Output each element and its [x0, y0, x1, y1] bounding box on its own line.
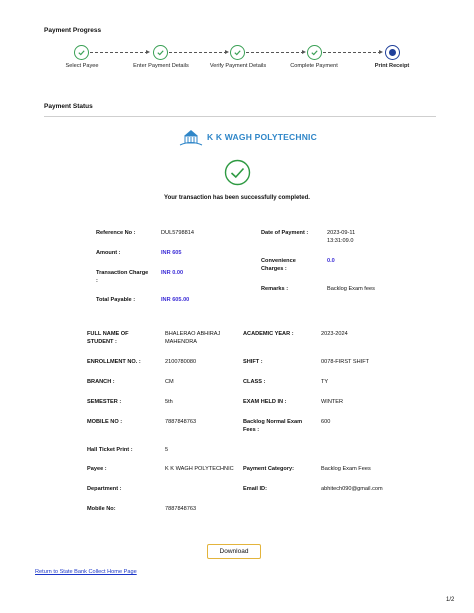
- date-value: 2023-09-11: [327, 230, 356, 236]
- arrow-right-icon: [225, 50, 229, 54]
- academic-year-value: 2023-2024: [321, 331, 348, 337]
- step-connector: [323, 52, 381, 53]
- success-message: Your transaction has been successfully c…: [164, 195, 310, 201]
- arrow-right-icon: [379, 50, 383, 54]
- backlog-fees-label-2: Fees :: [243, 427, 260, 433]
- step-3-check-icon: [230, 45, 245, 60]
- payee-value: K K WAGH POLYTECHNIC: [165, 466, 234, 472]
- payment-progress-title: Payment Progress: [44, 27, 102, 34]
- academic-year-label: ACADEMIC YEAR :: [243, 331, 294, 337]
- payment-category-label: Payment Category:: [243, 466, 294, 472]
- student-name-label: FULL NAME OF: [87, 331, 129, 337]
- total-payable-label: Total Payable :: [96, 297, 136, 303]
- branch-label: BRANCH :: [87, 379, 115, 385]
- mobile-value: 7887848763: [165, 419, 197, 425]
- class-label: CLASS :: [243, 379, 266, 385]
- student-name-label-2: STUDENT :: [87, 339, 117, 345]
- download-button[interactable]: Download: [207, 544, 261, 559]
- convenience-value: 0.0: [327, 258, 335, 264]
- page-number: 1/2: [446, 597, 455, 603]
- convenience-label: Convenience: [261, 258, 296, 264]
- step-label-print-receipt: Print Receipt: [374, 63, 410, 69]
- semester-label: SEMESTER :: [87, 399, 122, 405]
- hall-ticket-value: 5: [165, 447, 169, 453]
- backlog-fees-label: Backlog Normal Exam: [243, 419, 303, 425]
- step-1-check-icon: [74, 45, 89, 60]
- transaction-charge-label: Transaction Charge: [96, 270, 149, 276]
- home-page-link[interactable]: Return to State Bank Collect Home Page: [35, 569, 137, 575]
- mobile2-value: 7887848763: [165, 506, 197, 512]
- shift-value: 0078-FIRST SHIFT: [321, 359, 370, 365]
- arrow-right-icon: [146, 50, 150, 54]
- step-label-select-payee: Select Payee: [65, 63, 99, 69]
- branch-value: CM: [165, 379, 174, 385]
- shift-label: SHIFT :: [243, 359, 263, 365]
- step-connector: [169, 52, 227, 53]
- divider: [44, 116, 436, 117]
- total-payable-value: INR 605.00: [161, 297, 190, 303]
- arrow-right-icon: [302, 50, 306, 54]
- reference-label: Reference No :: [96, 230, 136, 236]
- amount-value: INR 605: [161, 250, 182, 256]
- step-5-current-icon: [385, 45, 400, 60]
- payee-label: Payee :: [87, 466, 107, 472]
- semester-value: 5th: [165, 399, 173, 405]
- exam-held-label: EXAM HELD IN :: [243, 399, 287, 405]
- step-2-check-icon: [153, 45, 168, 60]
- email-label: Email ID:: [243, 486, 267, 492]
- class-value: TY: [321, 379, 329, 385]
- enrollment-label: ENROLLMENT NO. :: [87, 359, 141, 365]
- transaction-charge-value: INR 0.00: [161, 270, 184, 276]
- student-name-value-2: MAHENDRA: [165, 339, 198, 345]
- date-label: Date of Payment :: [261, 230, 309, 236]
- time-value: 13:31:09.0: [327, 238, 354, 244]
- student-name-value: BHALERAO ABHIRAJ: [165, 331, 221, 337]
- institute-name: K K WAGH POLYTECHNIC: [207, 132, 317, 142]
- convenience-label-2: Charges :: [261, 266, 287, 272]
- transaction-charge-label-2: :: [96, 278, 98, 284]
- exam-held-value: WINTER: [321, 399, 344, 405]
- payment-status-title: Payment Status: [44, 103, 93, 110]
- enrollment-value: 2100780080: [165, 359, 197, 365]
- step-connector: [246, 52, 304, 53]
- payment-category-value: Backlog Exam Fees: [321, 466, 371, 472]
- success-check-icon: [224, 159, 251, 191]
- reference-value: DUL5798814: [161, 230, 194, 236]
- mobile2-label: Mobile No:: [87, 506, 116, 512]
- hall-ticket-label: Hall Ticket Print :: [87, 447, 133, 453]
- department-label: Department :: [87, 486, 122, 492]
- step-connector: [90, 52, 148, 53]
- step-4-check-icon: [307, 45, 322, 60]
- amount-label: Amount :: [96, 250, 121, 256]
- step-label-complete-payment: Complete Payment: [290, 63, 338, 69]
- backlog-fees-value: 600: [321, 419, 331, 425]
- email-value: abhitech090@gmail.com: [321, 486, 383, 492]
- institute-logo-icon: [179, 129, 203, 152]
- mobile-label: MOBILE NO :: [87, 419, 123, 425]
- remarks-label: Remarks :: [261, 286, 289, 292]
- remarks-value: Backlog Exam fees: [327, 286, 375, 292]
